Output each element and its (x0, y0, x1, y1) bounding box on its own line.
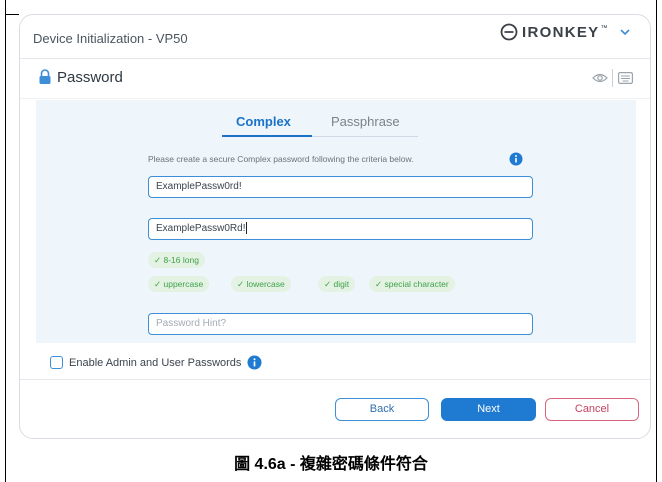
tab-complex[interactable]: Complex (236, 114, 291, 129)
back-button[interactable]: Back (335, 398, 429, 421)
footer-divider (20, 379, 650, 380)
icon-divider (612, 69, 613, 87)
password-instructions: Please create a secure Complex password … (148, 154, 414, 164)
info-icon[interactable] (509, 152, 523, 166)
tab-passphrase[interactable]: Passphrase (331, 114, 400, 129)
cancel-button[interactable]: Cancel (545, 398, 639, 421)
chevron-down-icon[interactable] (619, 26, 631, 38)
device-initialization-window: Device Initialization - VP50 IRONKEY ™ P… (19, 14, 651, 439)
keyboard-icon[interactable] (618, 72, 633, 84)
document-frame-left (5, 0, 6, 482)
section-header: Password (20, 59, 650, 99)
criteria-digit-badge: ✓ digit (318, 276, 356, 292)
enable-admin-user-label[interactable]: Enable Admin and User Passwords (69, 357, 241, 369)
tab-active-indicator (222, 135, 312, 137)
next-button[interactable]: Next (441, 398, 536, 421)
figure-caption: 圖 4.6a - 複雜密碼條件符合 (234, 456, 428, 473)
document-frame-mark (5, 14, 19, 15)
title-bar: Device Initialization - VP50 IRONKEY ™ (20, 15, 650, 59)
criteria-uppercase-badge: ✓ uppercase (148, 276, 210, 292)
ironkey-logo-icon (500, 23, 518, 41)
lock-icon (39, 69, 51, 84)
brand-trademark: ™ (600, 24, 608, 32)
text-caret (246, 222, 248, 235)
eye-icon[interactable] (592, 72, 608, 84)
brand-name: IRONKEY (522, 23, 600, 41)
criteria-special-badge: ✓ special character (369, 276, 455, 292)
password-input[interactable]: ExamplePassw0rd! (148, 176, 533, 198)
password-input-value: ExamplePassw0rd! (156, 181, 242, 192)
enable-admin-user-row[interactable]: Enable Admin and User Passwords (50, 355, 262, 370)
password-panel: Complex Passphrase Please create a secur… (36, 100, 636, 343)
info-icon[interactable] (247, 355, 262, 370)
brand-menu[interactable]: IRONKEY ™ (500, 23, 631, 41)
criteria-lowercase-badge: ✓ lowercase (231, 276, 291, 292)
enable-admin-user-checkbox[interactable] (50, 356, 63, 369)
confirm-password-input-value: ExamplePassw0Rd! (156, 223, 246, 234)
document-frame-right (656, 0, 657, 482)
criteria-length-badge: ✓ 8-16 long (148, 252, 205, 268)
window-title: Device Initialization - VP50 (33, 31, 188, 46)
section-title: Password (57, 69, 123, 86)
confirm-password-input[interactable]: ExamplePassw0Rd! (148, 218, 533, 240)
password-hint-placeholder: Password Hint? (156, 318, 227, 329)
password-hint-input[interactable]: Password Hint? (148, 313, 533, 335)
